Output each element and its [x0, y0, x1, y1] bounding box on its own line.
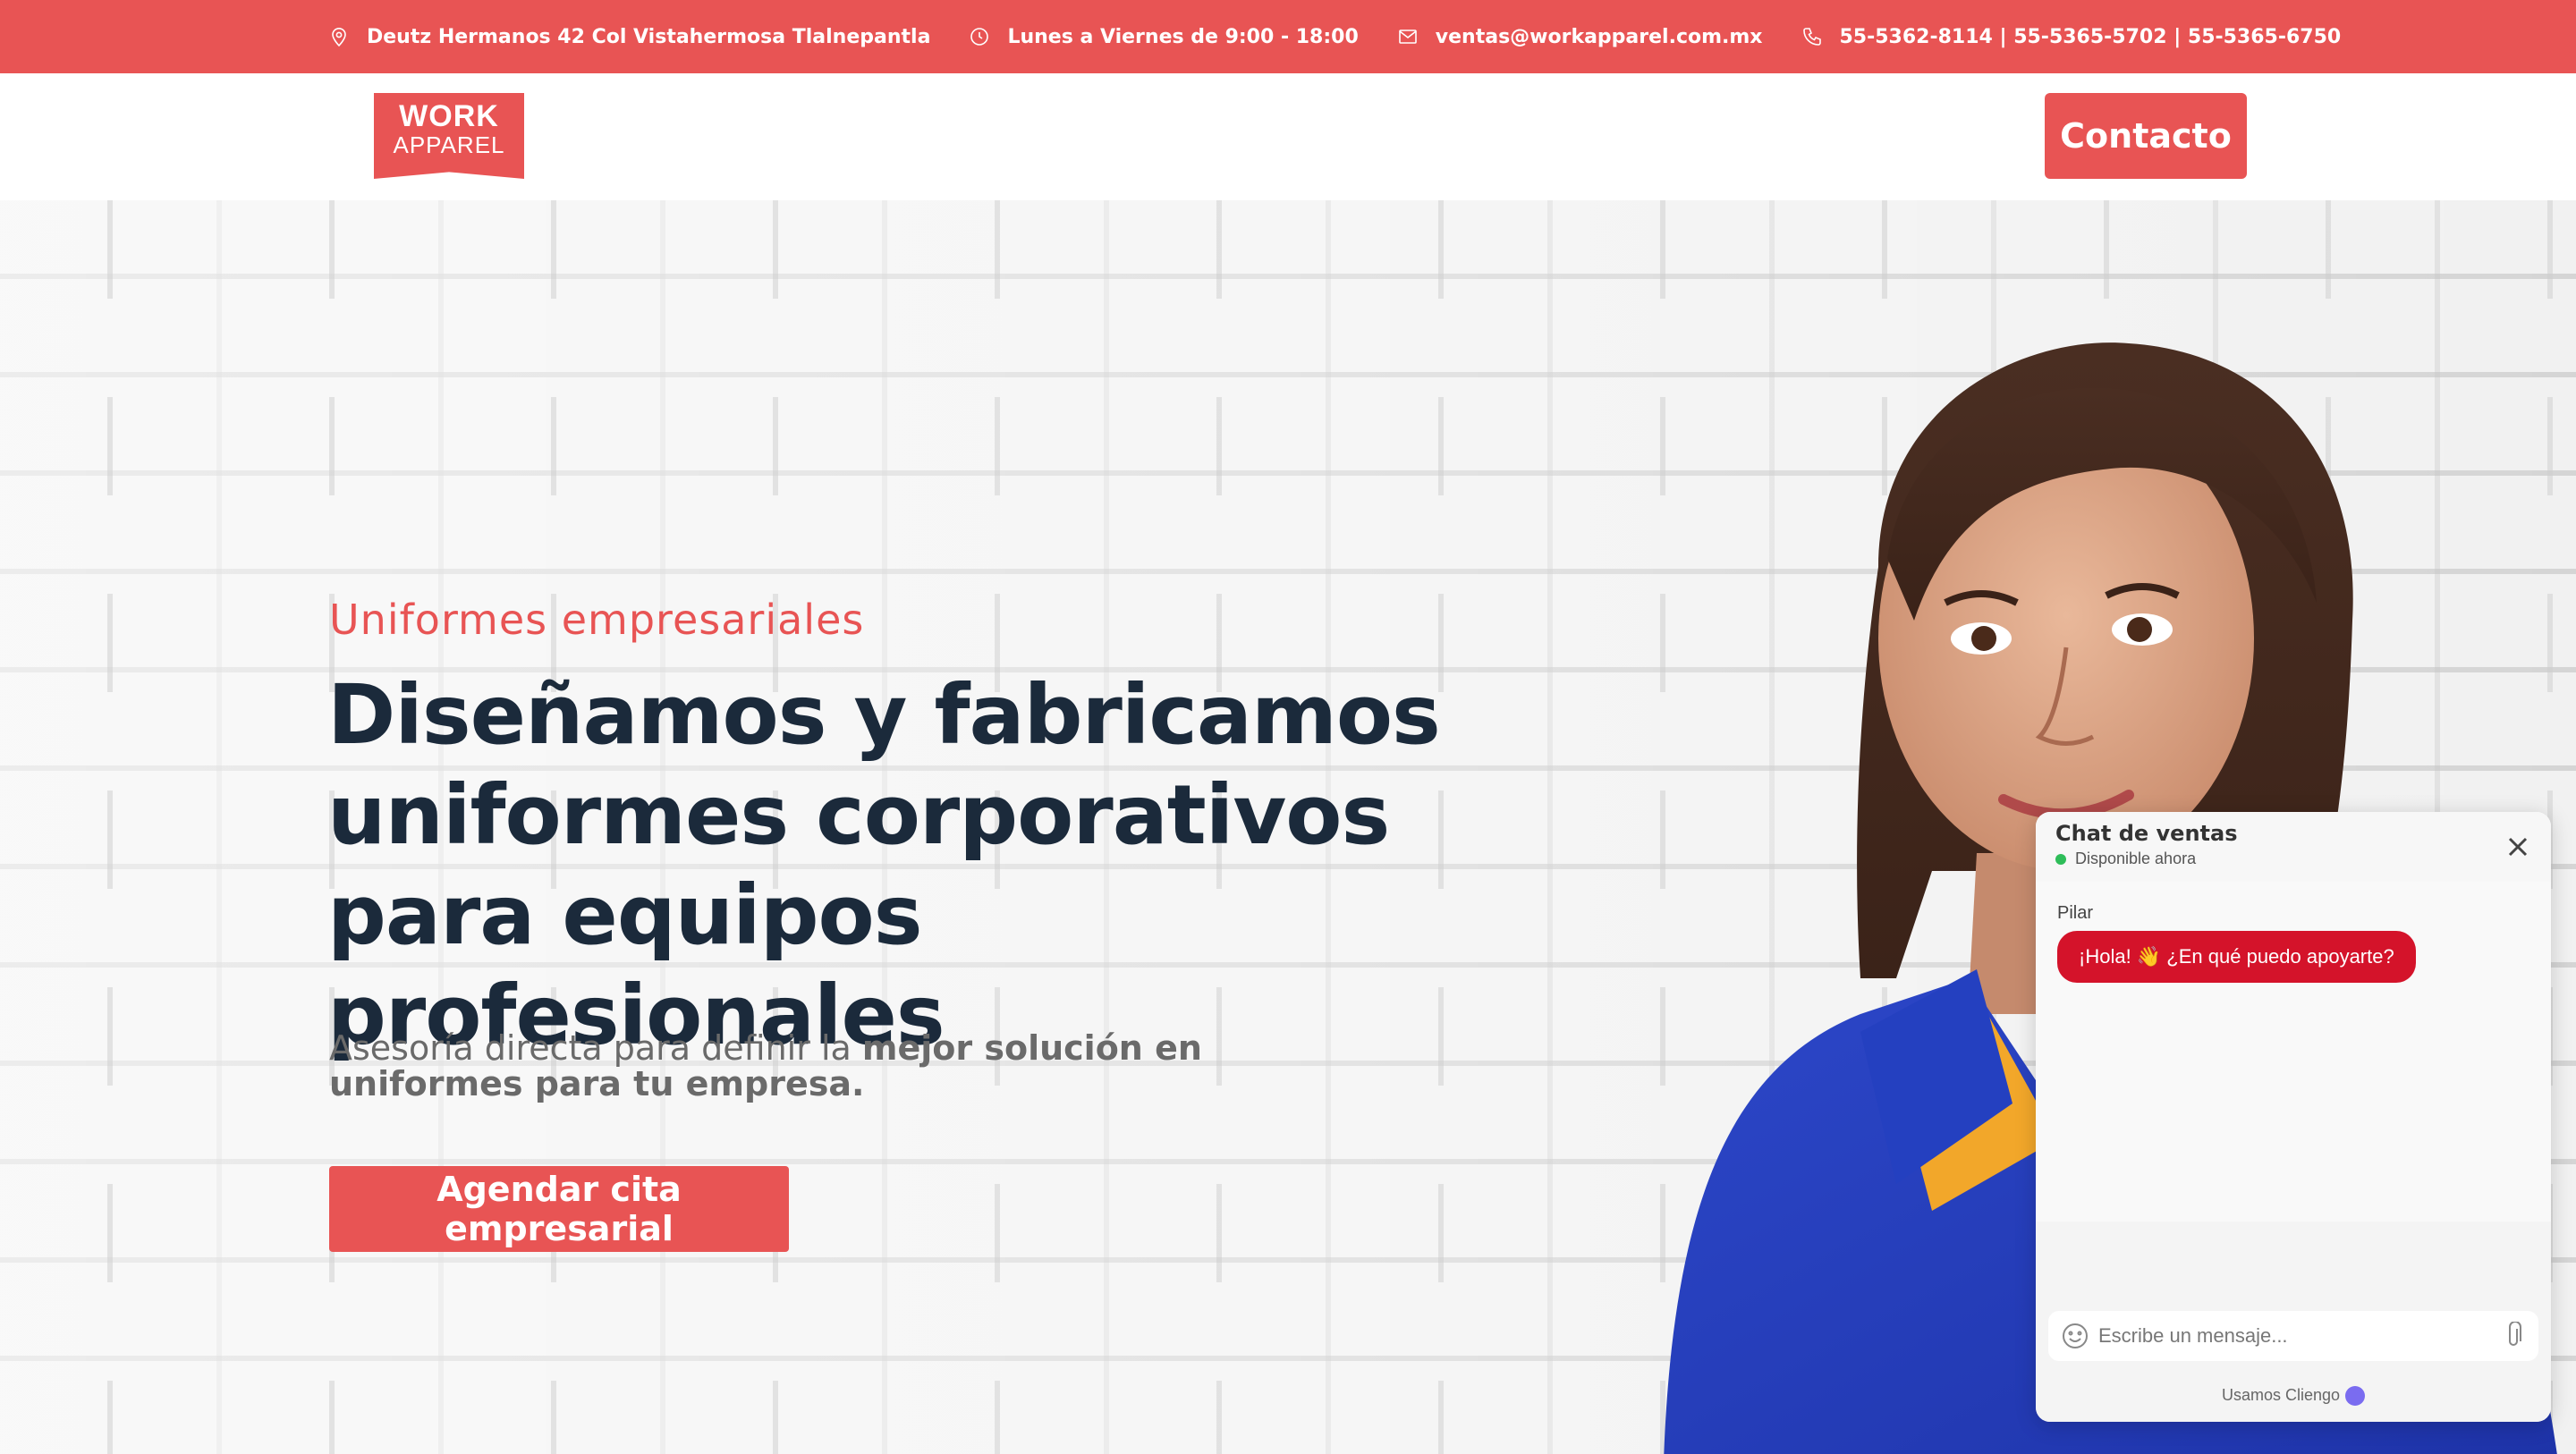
chat-status: Disponible ahora — [2055, 850, 2531, 868]
chat-title: Chat de ventas — [2055, 821, 2238, 846]
message-bubble: ¡Hola! 👋 ¿En qué puedo apoyarte? — [2057, 931, 2416, 983]
hours-text: Lunes a Viernes de 9:00 - 18:00 — [1007, 25, 1359, 48]
chat-messages: Pilar ¡Hola! 👋 ¿En qué puedo apoyarte? — [2036, 882, 2551, 1222]
online-status-dot-icon — [2055, 853, 2066, 865]
emoji-icon[interactable] — [2061, 1322, 2089, 1350]
address-item: Deutz Hermanos 42 Col Vistahermosa Tlaln… — [327, 25, 930, 48]
chat-message-input[interactable]: Escribe un mensaje... — [2048, 1311, 2538, 1361]
hero-eyebrow: Uniformes empresariales — [329, 596, 865, 644]
location-pin-icon — [327, 25, 351, 48]
email-link[interactable]: ventas@workapparel.com.mx — [1436, 26, 1763, 48]
clock-icon — [968, 25, 991, 48]
chat-footer: Escribe un mensaje... Usamos Cliengo — [2036, 1222, 2551, 1422]
message-sender: Pilar — [2057, 903, 2094, 923]
email-item[interactable]: ventas@workapparel.com.mx — [1396, 25, 1763, 48]
chat-header: Chat de ventas Disponible ahora — [2036, 812, 2551, 882]
top-info-bar: Deutz Hermanos 42 Col Vistahermosa Tlaln… — [0, 0, 2576, 73]
logo-line2: APPAREL — [393, 131, 505, 158]
hero-subtext-normal: Asesoría directa para definir la — [329, 1028, 862, 1068]
powered-by-text: Usamos Cliengo — [2221, 1386, 2341, 1404]
site-header: WORK APPAREL Contacto — [0, 73, 2576, 200]
close-icon[interactable] — [2504, 833, 2531, 860]
schedule-appointment-button[interactable]: Agendar cita empresarial — [329, 1166, 789, 1252]
address-text: Deutz Hermanos 42 Col Vistahermosa Tlaln… — [367, 25, 931, 48]
logo-line1: WORK — [399, 99, 499, 133]
envelope-icon — [1396, 25, 1419, 48]
contact-button[interactable]: Contacto — [2045, 93, 2247, 179]
chat-input-placeholder[interactable]: Escribe un mensaje... — [2098, 1324, 2501, 1348]
phones-link[interactable]: 55-5362-8114 | 55-5365-5702 | 55-5365-67… — [1840, 26, 2342, 48]
paperclip-icon[interactable] — [2501, 1321, 2526, 1350]
hero-subtext: Asesoría directa para definir la mejor s… — [329, 1030, 1268, 1102]
hours-item: Lunes a Viernes de 9:00 - 18:00 — [968, 25, 1359, 48]
hero-headline: Diseñamos y fabricamos uniformes corpora… — [327, 667, 1441, 1063]
phones-item[interactable]: 55-5362-8114 | 55-5365-5702 | 55-5365-67… — [1801, 25, 2342, 48]
work-apparel-logo[interactable]: WORK APPAREL — [374, 93, 524, 179]
powered-by-cliengo[interactable]: Usamos Cliengo — [2036, 1386, 2551, 1407]
cliengo-logo-icon — [2345, 1386, 2366, 1407]
brick-texture — [0, 200, 2576, 299]
phone-icon — [1801, 25, 1824, 48]
chat-status-text: Disponible ahora — [2075, 850, 2197, 867]
sales-chat-widget: Chat de ventas Disponible ahora Pilar ¡H… — [2036, 812, 2551, 1422]
